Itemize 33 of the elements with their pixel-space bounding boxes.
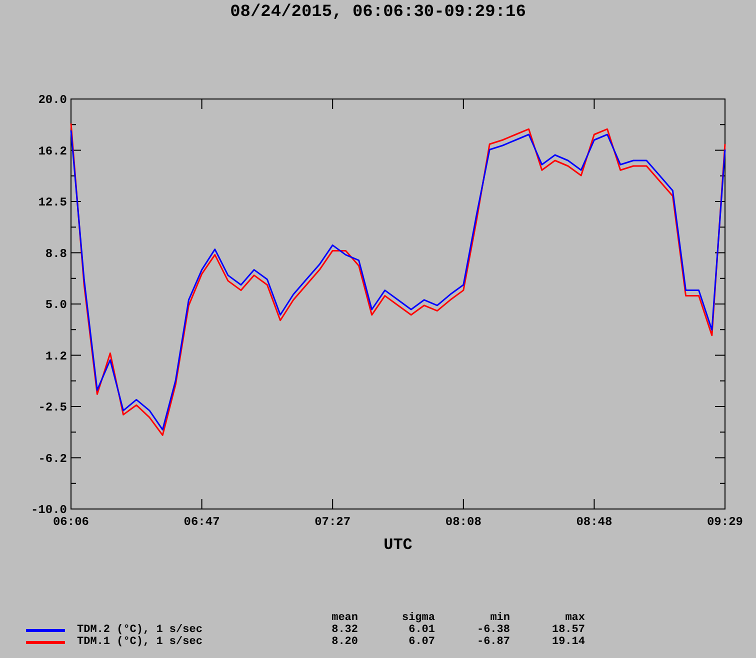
axis-tick-label: 08:08 — [445, 515, 482, 529]
axis-tick-label: 8.8 — [45, 246, 67, 261]
axis-tick-label: 12.5 — [38, 196, 67, 210]
axis-tick-label: 06:47 — [184, 515, 220, 529]
column-header: mean — [330, 612, 358, 624]
axis-tick-label: -10.0 — [30, 503, 67, 517]
axis-tick-label: -6.2 — [38, 452, 67, 466]
stat-value: 6.07 — [408, 636, 435, 648]
axis-tick-label: 20.0 — [38, 93, 67, 107]
stat-value: 18.57 — [550, 624, 585, 636]
axis-tick-label: 09:29 — [707, 515, 743, 529]
axis-tick-label: 07:27 — [314, 515, 351, 529]
plot-title: 08/24/2015, 06:06:30-09:29:16 — [230, 3, 526, 23]
stat-value: -6.87 — [476, 636, 510, 648]
axis-tick-label: 1.2 — [45, 349, 67, 364]
legend-label: TDM.2 (°C), 1 s/sec — [76, 624, 204, 636]
stat-value: 6.01 — [408, 624, 435, 636]
axis-tick-label: 16.2 — [38, 144, 67, 158]
stat-value: 8.32 — [330, 624, 358, 636]
axis-tick-label: -2.5 — [38, 400, 67, 414]
stat-value: 19.14 — [550, 636, 585, 648]
legend-swatch — [26, 628, 65, 632]
stat-value: -6.38 — [476, 624, 510, 636]
legend-swatch — [26, 640, 65, 644]
axis-tick-label: 08:48 — [576, 515, 612, 529]
stat-value: 8.20 — [330, 636, 358, 648]
axis-tick-label: 06:06 — [53, 515, 89, 529]
column-header: sigma — [400, 612, 435, 624]
axis-title: UTC — [384, 536, 412, 554]
column-header: max — [564, 612, 585, 624]
legend-label: TDM.1 (°C), 1 s/sec — [76, 636, 204, 648]
axis-tick-label: 5.0 — [45, 298, 67, 312]
column-header: min — [489, 612, 510, 624]
